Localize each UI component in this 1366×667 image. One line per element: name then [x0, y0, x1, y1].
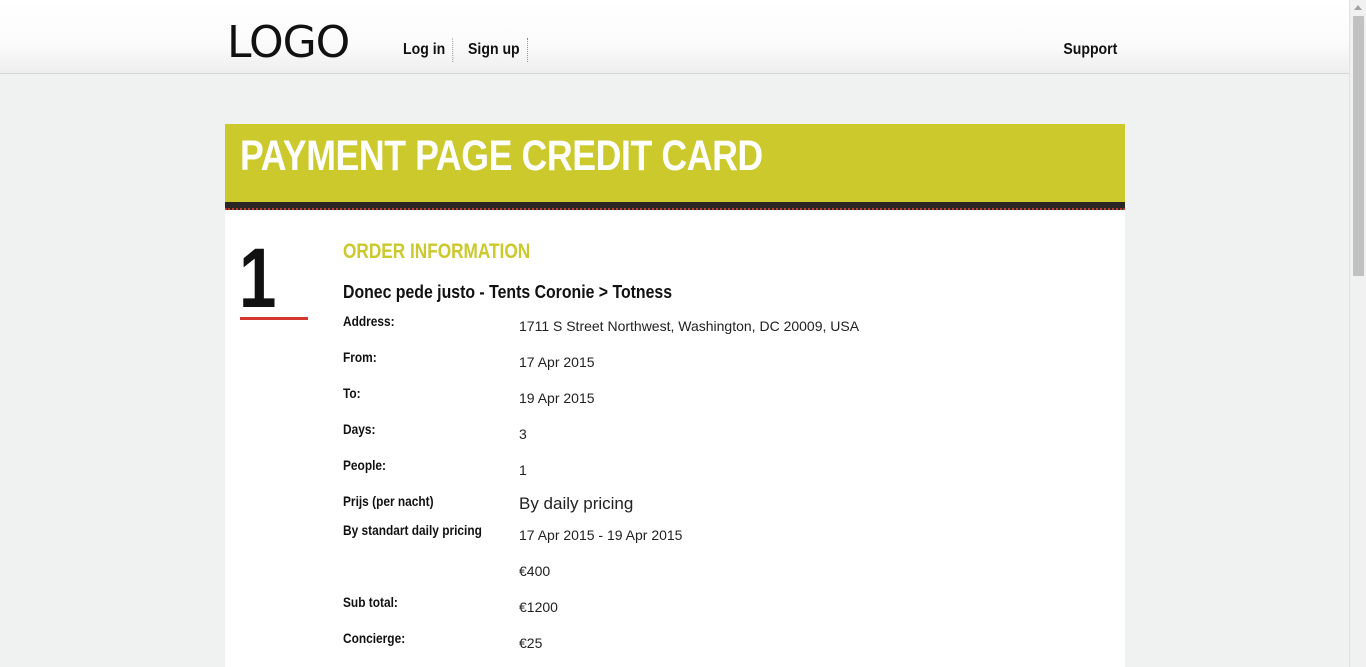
header-nav: Log in Sign up: [396, 38, 537, 62]
step-number: 1: [239, 231, 277, 325]
payment-panel: PAYMENT PAGE CREDIT CARD 1 ORDER INFORMA…: [225, 124, 1125, 667]
site-header: LOGO Log in Sign up Support: [0, 0, 1349, 74]
order-row-value: 19 Apr 2015: [519, 390, 595, 406]
site-logo[interactable]: LOGO: [227, 18, 350, 68]
order-row-value: 1711 S Street Northwest, Washington, DC …: [519, 318, 860, 334]
order-row-label: By standart daily pricing: [343, 522, 482, 538]
order-row-value: 1: [519, 462, 527, 478]
support-link[interactable]: Support: [1063, 38, 1117, 62]
order-row-value: 17 Apr 2015: [519, 354, 595, 370]
scrollbar-thumb[interactable]: [1353, 16, 1364, 276]
step-underline: [240, 317, 308, 320]
order-row-value: 3: [519, 426, 527, 442]
order-row-label: To:: [343, 385, 361, 401]
section-title: ORDER INFORMATION: [343, 240, 531, 263]
page-title: PAYMENT PAGE CREDIT CARD: [240, 132, 763, 180]
page-banner: PAYMENT PAGE CREDIT CARD: [225, 124, 1125, 202]
order-row-label: Sub total:: [343, 594, 398, 610]
login-link[interactable]: Log in: [396, 38, 454, 62]
banner-divider: [225, 202, 1125, 210]
order-row-label: People:: [343, 457, 386, 473]
order-row-label: Concierge:: [343, 630, 406, 646]
page-viewport: LOGO Log in Sign up Support PAYMENT PAGE…: [0, 0, 1349, 667]
order-row-value: €25: [519, 635, 543, 651]
order-row-label: Prijs (per nacht): [343, 493, 434, 509]
order-title: Donec pede justo - Tents Coronie > Totne…: [343, 282, 673, 302]
order-row-value: €400: [519, 563, 551, 579]
scroll-up-arrow-icon[interactable]: [1354, 5, 1362, 10]
order-row-value: 17 Apr 2015 - 19 Apr 2015: [519, 527, 683, 543]
order-row-value: By daily pricing: [519, 494, 634, 513]
order-row-label: Days:: [343, 421, 376, 437]
signup-link[interactable]: Sign up: [461, 38, 528, 62]
vertical-scrollbar[interactable]: [1349, 0, 1366, 667]
order-row-label: Address:: [343, 313, 395, 329]
order-row-label: From:: [343, 349, 377, 365]
order-row-value: €1200: [519, 599, 558, 615]
